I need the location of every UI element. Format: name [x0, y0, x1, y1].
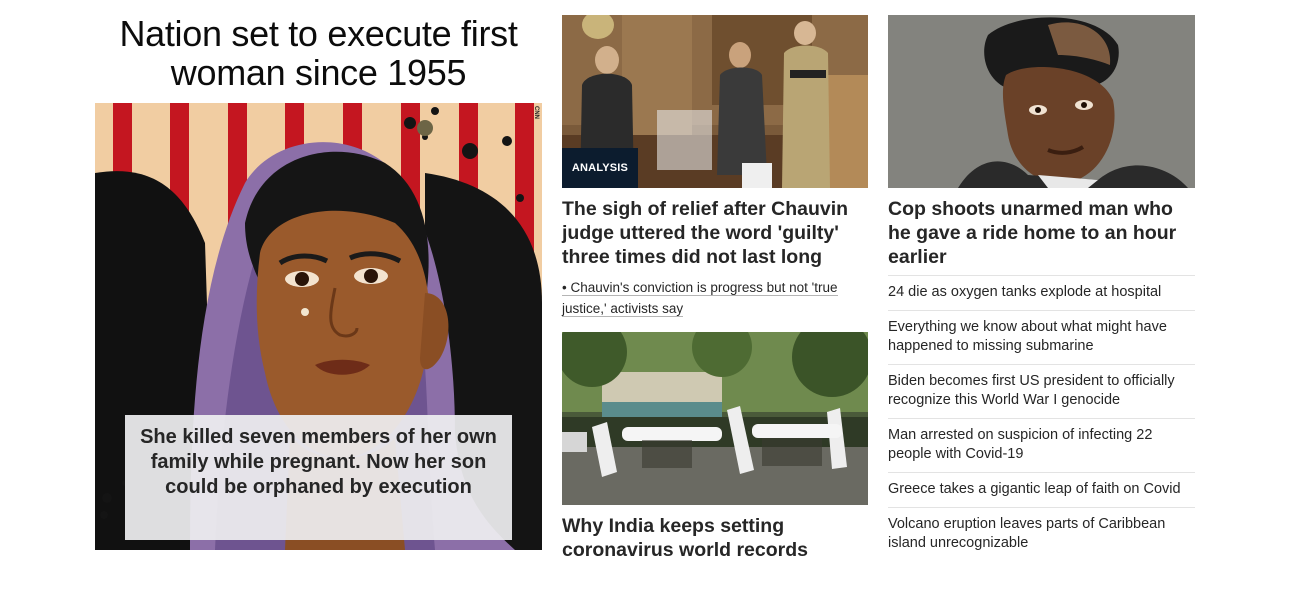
cnn-watermark: CNN: [533, 106, 539, 119]
story-chauvin-headline[interactable]: The sigh of relief after Chauvin judge u…: [562, 197, 868, 269]
story-chauvin-photo[interactable]: ANALYSIS: [562, 15, 868, 188]
story-india: Why India keeps setting coronavirus worl…: [562, 332, 868, 562]
story-cop-photo[interactable]: [888, 15, 1195, 188]
story-india-headline[interactable]: Why India keeps setting coronavirus worl…: [562, 514, 868, 562]
list-item[interactable]: Biden becomes first US president to offi…: [888, 364, 1195, 418]
story-chauvin: ANALYSIS The sigh of relief after Chauvi…: [562, 15, 868, 319]
hero-headline[interactable]: Nation set to execute first woman since …: [95, 14, 542, 92]
list-item[interactable]: Man arrested on suspicion of infecting 2…: [888, 418, 1195, 472]
story-chauvin-related-link[interactable]: • Chauvin's conviction is progress but n…: [562, 280, 838, 317]
hero-caption[interactable]: She killed seven members of her own fami…: [125, 415, 512, 540]
story-india-photo[interactable]: [562, 332, 868, 505]
hero-illustration[interactable]: CNN She killed seven members of her own …: [95, 103, 542, 550]
analysis-badge: ANALYSIS: [562, 148, 638, 188]
story-cop-headline[interactable]: Cop shoots unarmed man who he gave a rid…: [888, 197, 1195, 269]
right-column: Cop shoots unarmed man who he gave a rid…: [888, 15, 1195, 561]
list-item[interactable]: Volcano eruption leaves parts of Caribbe…: [888, 507, 1195, 561]
headline-list: 24 die as oxygen tanks explode at hospit…: [888, 275, 1195, 561]
india-photo: [562, 332, 868, 505]
list-item[interactable]: Everything we know about what might have…: [888, 310, 1195, 364]
hero-story: Nation set to execute first woman since …: [95, 14, 542, 550]
middle-column: ANALYSIS The sigh of relief after Chauvi…: [562, 15, 868, 561]
list-item[interactable]: Greece takes a gigantic leap of faith on…: [888, 472, 1195, 507]
man-selfie-photo: [888, 15, 1195, 188]
list-item[interactable]: 24 die as oxygen tanks explode at hospit…: [888, 275, 1195, 310]
